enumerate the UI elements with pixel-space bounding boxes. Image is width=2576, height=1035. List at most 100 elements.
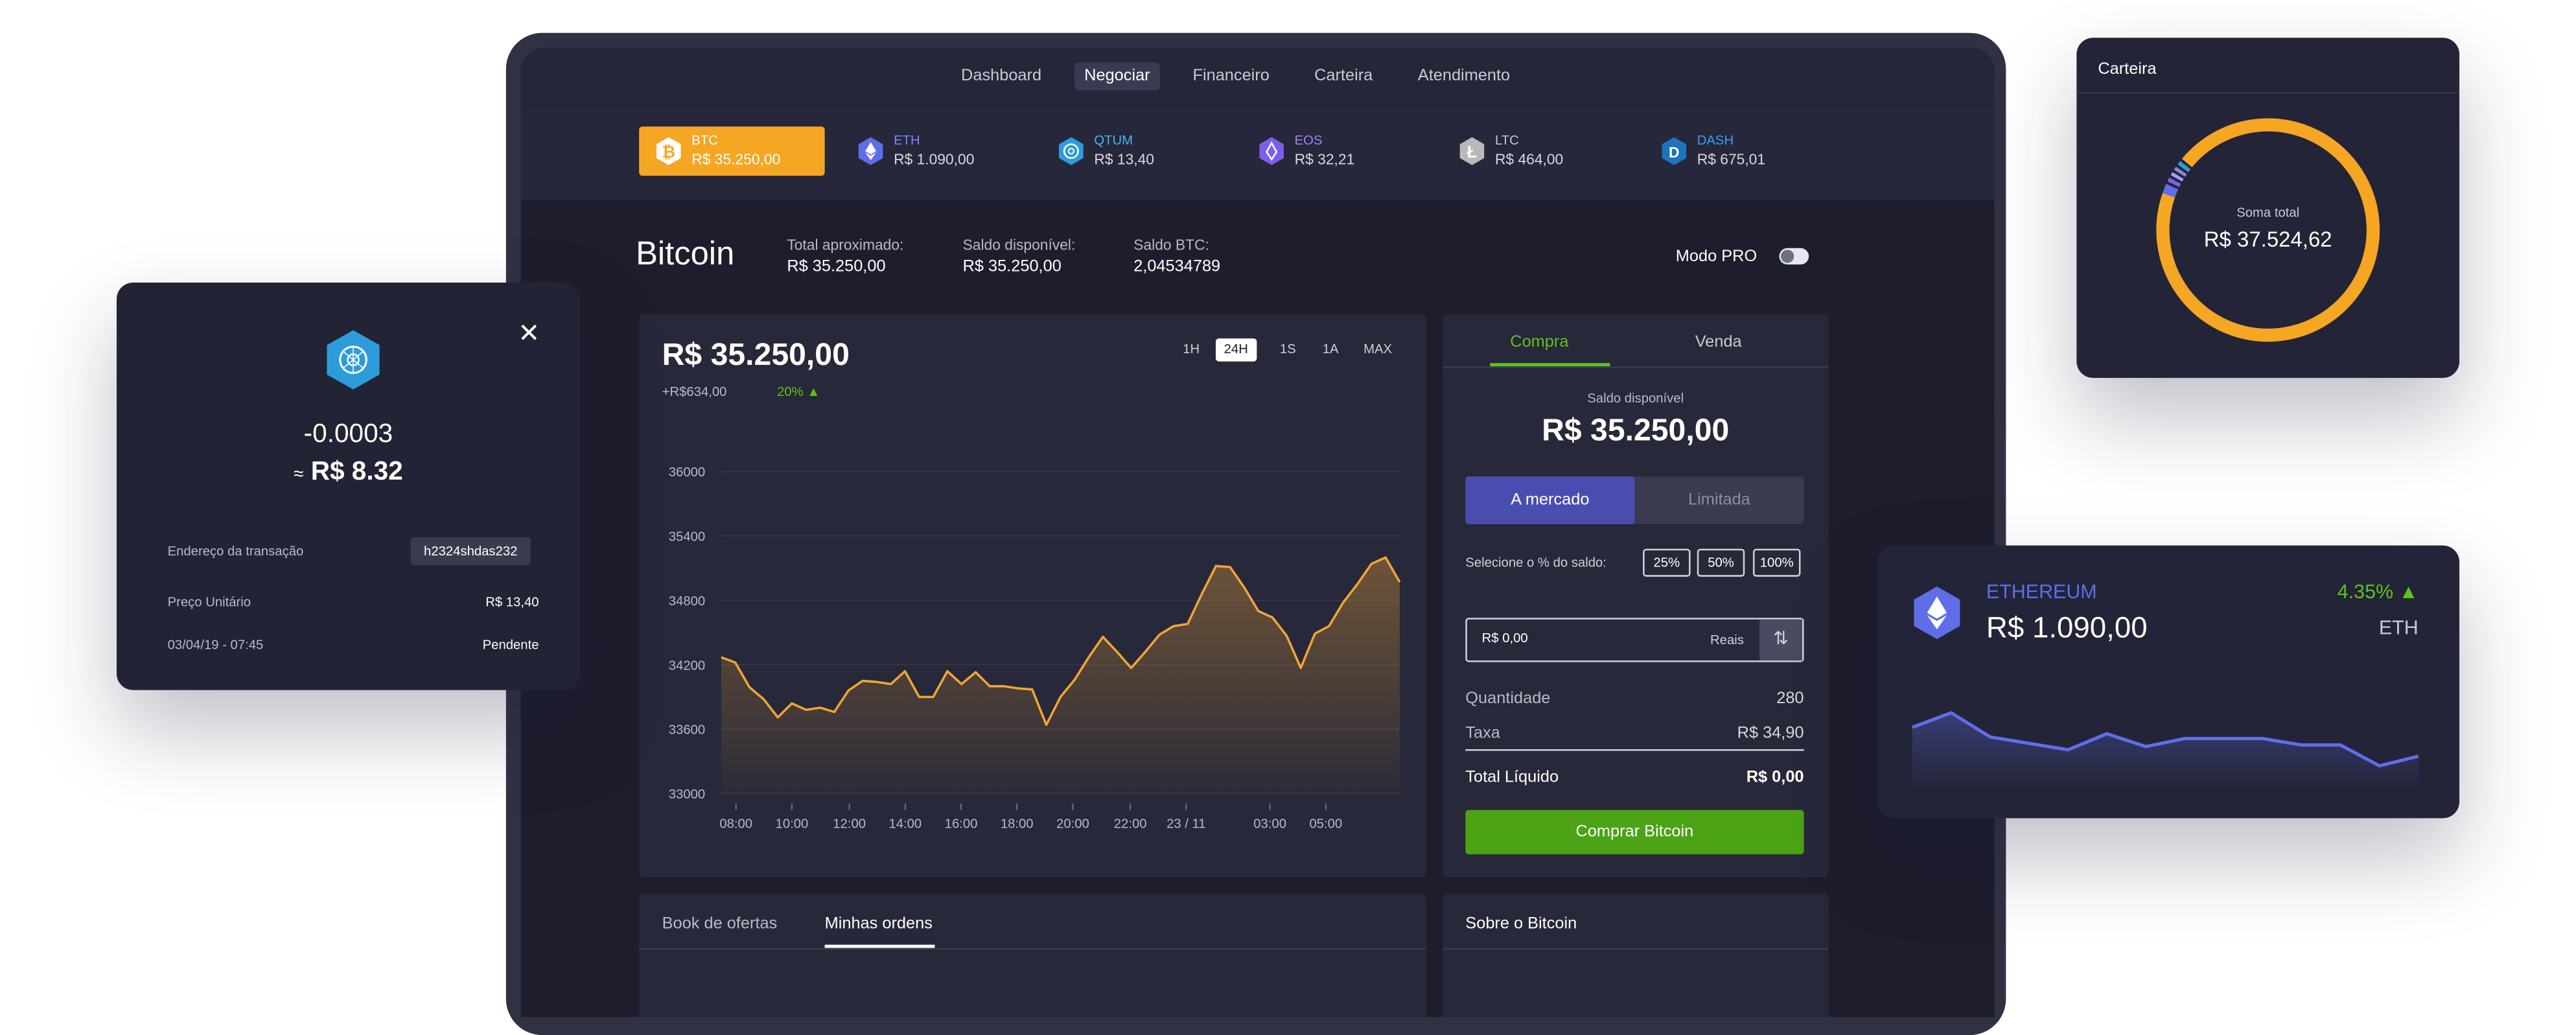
x-tick-label: 23 / 11: [1166, 817, 1205, 831]
eth-area-fill: [1912, 713, 2419, 792]
x-tick-label: 20:00: [1056, 817, 1089, 831]
pct-100-button[interactable]: 100%: [1753, 549, 1801, 577]
swap-icon[interactable]: ⇅: [1759, 620, 1802, 660]
y-tick-label: 34200: [669, 658, 705, 673]
pct-select-label: Selecione o % do saldo:: [1465, 555, 1607, 570]
coin-symbol: DASH: [1697, 133, 1734, 148]
coin-eth[interactable]: ETH R$ 1.090,00: [841, 126, 1027, 176]
x-tick-label: 14:00: [888, 817, 922, 831]
x-tick-label: 10:00: [776, 817, 809, 831]
ethereum-icon: [856, 136, 886, 166]
wallet-total-label: Soma total: [2076, 205, 2459, 220]
tx-address-value[interactable]: h2324shdas232: [411, 537, 531, 565]
eth-sparkline: [1878, 546, 2459, 819]
coin-ltc[interactable]: Ł LTC R$ 464,00: [1443, 126, 1628, 176]
coin-symbol: QTUM: [1094, 133, 1133, 148]
coin-symbol: LTC: [1495, 133, 1519, 148]
tabs-divider: [1443, 366, 1829, 368]
coin-selector-bar: ₿ BTC R$ 35.250,00 ETH R$ 1.090,00 QTUM …: [521, 105, 1995, 200]
orders-panel: Book de ofertas Minhas ordens: [639, 894, 1426, 1017]
toggle-knob: [1781, 250, 1794, 262]
coin-eos[interactable]: EOS R$ 32,21: [1242, 126, 1428, 176]
saldo-value: R$ 35.250,00: [963, 258, 1062, 276]
coin-price: R$ 13,40: [1094, 151, 1154, 167]
mode-a-mercado[interactable]: A mercado: [1465, 476, 1634, 524]
about-panel: Sobre o Bitcoin: [1443, 894, 1829, 1017]
about-title: Sobre o Bitcoin: [1465, 915, 1577, 933]
coin-price: R$ 675,01: [1697, 151, 1765, 167]
qtum-icon: [1056, 136, 1086, 166]
about-divider: [1443, 948, 1829, 950]
mode-limitada[interactable]: Limitada: [1634, 476, 1804, 524]
chart-panel: R$ 35.250,00 +R$634,00 20% ▲ 1H 24H 1S 1…: [639, 314, 1426, 878]
trading-screen: Dashboard Negociar Financeiro Carteira A…: [521, 48, 1995, 1018]
x-tick-label: 03:00: [1253, 817, 1286, 831]
y-tick-label: 33600: [669, 723, 705, 738]
price-area-fill: [721, 557, 1400, 793]
tx-status: Pendente: [412, 638, 539, 653]
coin-price: R$ 464,00: [1495, 151, 1563, 167]
close-icon[interactable]: ✕: [516, 322, 542, 349]
unit-price-value: R$ 13,40: [412, 595, 539, 610]
svg-text:₿: ₿: [662, 143, 675, 161]
amount-unit: Reais: [1710, 633, 1744, 647]
qty-label: Quantidade: [1465, 690, 1550, 708]
nav-carteira[interactable]: Carteira: [1305, 62, 1383, 90]
x-tick-label: 08:00: [719, 817, 752, 831]
nav-atendimento[interactable]: Atendimento: [1408, 62, 1520, 90]
taxa-value: R$ 34,90: [1673, 725, 1804, 743]
btc-balance-value: 2,04534789: [1133, 258, 1220, 276]
amount-input[interactable]: R$ 0,00 Reais ⇅: [1465, 618, 1804, 662]
coin-qtum[interactable]: QTUM R$ 13,40: [1041, 126, 1227, 176]
nav-dashboard[interactable]: Dashboard: [951, 62, 1051, 90]
tab-book-de-ofertas[interactable]: Book de ofertas: [662, 915, 778, 933]
y-tick-label: 36000: [669, 465, 705, 480]
coin-price: R$ 35.250,00: [691, 151, 780, 167]
x-tick-label: 18:00: [1001, 817, 1034, 831]
approx-symbol: ≈: [294, 465, 303, 484]
order-mode-toggle: A mercado Limitada: [1465, 476, 1804, 524]
top-navigation: Dashboard Negociar Financeiro Carteira A…: [521, 48, 1995, 106]
buy-button[interactable]: Comprar Bitcoin: [1465, 810, 1804, 854]
total-label: Total aproximado:: [787, 237, 903, 253]
coin-price: R$ 1.090,00: [894, 151, 974, 167]
total-liquido-value: R$ 0,00: [1673, 769, 1804, 787]
coin-dash[interactable]: D DASH R$ 675,01: [1645, 126, 1830, 176]
nav-negociar[interactable]: Negociar: [1074, 62, 1160, 90]
y-tick-label: 35400: [669, 530, 705, 544]
coin-symbol: EOS: [1295, 133, 1323, 148]
svg-text:Ł: Ł: [1467, 143, 1477, 161]
transaction-fiat-value: R$ 8.32: [311, 458, 403, 486]
eos-icon: [1257, 136, 1286, 166]
y-tick-label: 33000: [669, 787, 705, 802]
wallet-total-value: R$ 37.524,62: [2076, 227, 2459, 251]
tab-venda[interactable]: Venda: [1636, 334, 1801, 352]
bitcoin-icon: ₿: [654, 136, 684, 166]
transaction-fiat: ≈ R$ 8.32: [117, 458, 580, 488]
x-tick-label: 16:00: [945, 817, 978, 831]
transaction-amount: -0.0003: [117, 421, 580, 450]
coin-btc[interactable]: ₿ BTC R$ 35.250,00: [639, 126, 824, 176]
tab-minhas-ordens[interactable]: Minhas ordens: [825, 915, 933, 933]
tx-address-label: Endereço da transação: [168, 544, 304, 559]
modo-pro-toggle[interactable]: [1780, 248, 1809, 264]
x-tick-label: 22:00: [1114, 817, 1147, 831]
nav-financeiro[interactable]: Financeiro: [1183, 62, 1279, 90]
taxa-label: Taxa: [1465, 725, 1500, 743]
x-tick-label: 05:00: [1309, 817, 1342, 831]
price-chart: 36000 35400 34800 34200 33600 33000 08:00 10:0…: [639, 314, 1426, 878]
amount-value: R$ 0,00: [1482, 631, 1528, 645]
coin-symbol: ETH: [894, 133, 920, 148]
modo-pro-label: Modo PRO: [1676, 248, 1757, 266]
ethereum-card: ETHEREUM R$ 1.090,00 4.35% ▲ ETH: [1878, 546, 2459, 819]
y-tick-label: 34800: [669, 594, 705, 609]
x-tick-label: 12:00: [833, 817, 866, 831]
pct-50-button[interactable]: 50%: [1697, 549, 1745, 577]
saldo-label: Saldo disponível:: [963, 237, 1076, 253]
pct-25-button[interactable]: 25%: [1643, 549, 1691, 577]
coin-symbol: BTC: [691, 133, 718, 148]
qtum-icon: [325, 329, 381, 391]
tab-compra[interactable]: Compra: [1443, 334, 1636, 352]
dash-icon: D: [1659, 136, 1689, 166]
coin-price: R$ 32,21: [1295, 151, 1355, 167]
